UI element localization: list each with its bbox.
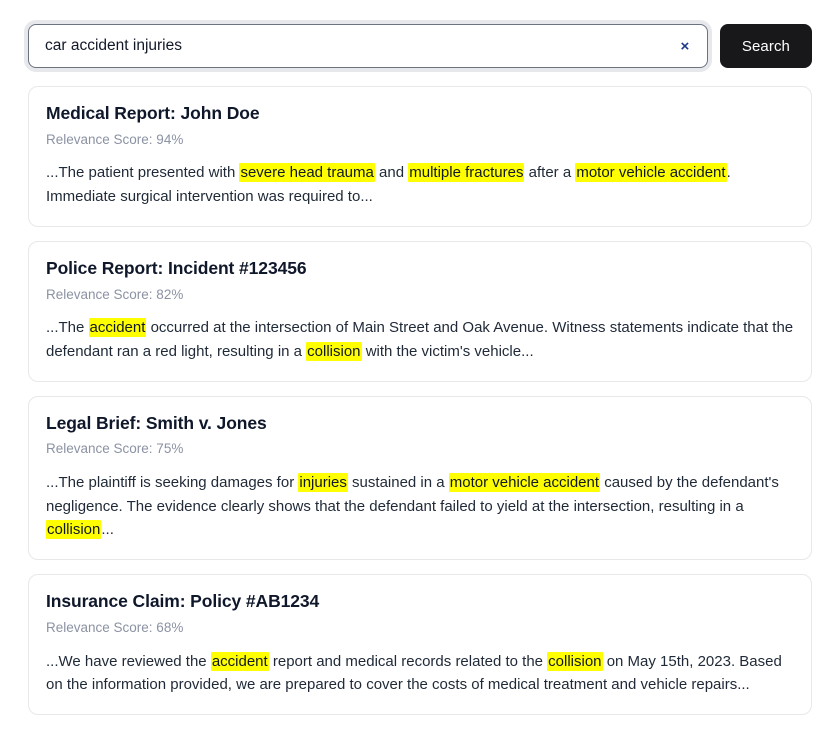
search-button[interactable]: Search xyxy=(719,24,812,68)
snippet-highlight: injuries xyxy=(298,473,348,493)
snippet-text: ...The plaintiff is seeking damages for xyxy=(46,474,299,492)
relevance-score: Relevance Score: 94% xyxy=(46,131,184,147)
result-snippet: ...The patient presented with severe hea… xyxy=(46,161,794,208)
snippet-text: ...The xyxy=(46,319,89,337)
snippet-highlight: motor vehicle accident xyxy=(448,473,601,493)
relevance-score: Relevance Score: 75% xyxy=(46,441,184,457)
snippet-text: ... xyxy=(101,521,114,539)
search-page: × Search Medical Report: John Doe Relevan… xyxy=(0,0,840,715)
snippet-highlight: accident xyxy=(210,651,269,671)
result-card[interactable]: Medical Report: John Doe Relevance Score:… xyxy=(28,86,812,227)
search-input[interactable] xyxy=(29,25,707,67)
snippet-highlight: collision xyxy=(547,651,603,671)
result-card[interactable]: Legal Brief: Smith v. Jones Relevance Sco… xyxy=(28,395,812,561)
result-snippet: ...The accident occurred at the intersec… xyxy=(46,316,794,363)
snippet-highlight: collision xyxy=(306,341,362,361)
snippet-text: after a xyxy=(524,164,576,182)
snippet-text: and xyxy=(374,164,409,182)
result-title: Medical Report: John Doe xyxy=(46,103,260,123)
search-bar: × Search xyxy=(28,24,812,68)
snippet-text: report and medical records related to th… xyxy=(268,652,548,670)
result-title: Legal Brief: Smith v. Jones xyxy=(46,412,267,433)
snippet-text: ...We have reviewed the xyxy=(46,652,211,670)
snippet-text: with the victim's vehicle... xyxy=(361,342,534,360)
snippet-highlight: multiple fractures xyxy=(408,163,525,183)
snippet-highlight: accident xyxy=(88,318,147,338)
snippet-highlight: collision xyxy=(46,520,102,540)
snippet-highlight: severe head trauma xyxy=(239,163,375,183)
snippet-text: ...The patient presented with xyxy=(46,164,240,182)
clear-search-icon[interactable]: × xyxy=(673,34,697,58)
search-input-wrapper[interactable]: × xyxy=(28,24,708,68)
result-card[interactable]: Police Report: Incident #123456 Relevance… xyxy=(28,240,812,382)
snippet-text: sustained in a xyxy=(347,474,449,492)
result-title: Insurance Claim: Policy #AB1234 xyxy=(46,591,320,612)
snippet-highlight: motor vehicle accident xyxy=(575,163,727,183)
search-results-list: Medical Report: John Doe Relevance Score:… xyxy=(28,86,812,715)
result-snippet: ...We have reviewed the accident report … xyxy=(46,650,794,697)
result-snippet: ...The plaintiff is seeking damages for … xyxy=(46,471,794,542)
relevance-score: Relevance Score: 68% xyxy=(46,619,184,635)
relevance-score: Relevance Score: 82% xyxy=(46,286,184,302)
result-title: Police Report: Incident #123456 xyxy=(46,257,307,278)
result-card[interactable]: Insurance Claim: Policy #AB1234 Relevance… xyxy=(28,574,812,715)
